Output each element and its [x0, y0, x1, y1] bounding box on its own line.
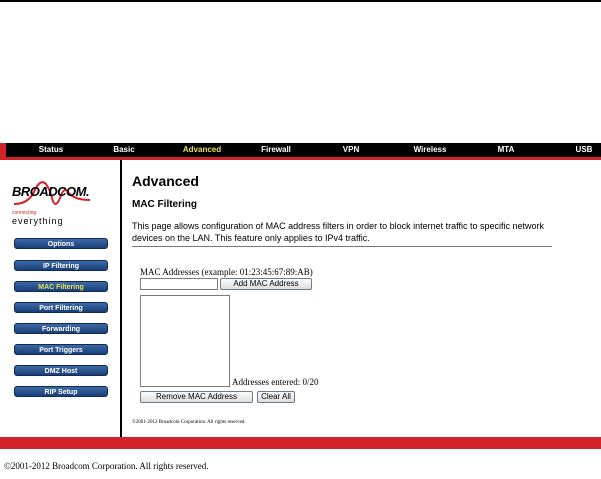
- section-title: MAC Filtering: [132, 199, 197, 210]
- remove-mac-address-button[interactable]: Remove MAC Address: [140, 391, 253, 403]
- sidebar-item-port-filtering[interactable]: Port Filtering: [14, 302, 108, 313]
- tab-wireless[interactable]: Wireless: [406, 143, 454, 157]
- sidebar-item-rip-setup[interactable]: RIP Setup: [14, 386, 108, 397]
- logo-tagline-large: everything: [12, 216, 64, 226]
- tab-vpn[interactable]: VPN: [336, 143, 366, 157]
- sidebar-item-options[interactable]: Options: [14, 238, 108, 249]
- sidebar-item-port-triggers[interactable]: Port Triggers: [14, 344, 108, 355]
- description-divider: [132, 246, 552, 247]
- sidebar-item-forwarding[interactable]: Forwarding: [14, 323, 108, 334]
- sidebar-item-ip-filtering[interactable]: IP Filtering: [14, 260, 108, 271]
- broadcom-logo-icon: BROADCOM. connecting everything: [12, 174, 102, 234]
- add-mac-address-button[interactable]: Add MAC Address: [220, 278, 312, 290]
- top-divider: [0, 0, 601, 2]
- page-description: This page allows configuration of MAC ad…: [132, 221, 545, 243]
- logo-brand-text: BROADCOM.: [12, 184, 90, 199]
- content-copyright: ©2001-2012 Broadcom Corporation. All rig…: [132, 420, 246, 425]
- mac-address-label: MAC Addresses (example: 01:23:45:67:89:A…: [140, 267, 313, 277]
- clear-all-button[interactable]: Clear All: [257, 391, 295, 403]
- tab-advanced[interactable]: Advanced: [176, 143, 228, 157]
- addresses-entered-count: Addresses entered: 0/20: [232, 377, 319, 387]
- sidebar-item-mac-filtering[interactable]: MAC Filtering: [14, 281, 108, 292]
- footer-copyright: ©2001-2012 Broadcom Corporation. All rig…: [4, 461, 209, 471]
- mac-address-list[interactable]: [140, 295, 230, 387]
- sidebar-item-dmz-host[interactable]: DMZ Host: [14, 365, 108, 376]
- tab-firewall[interactable]: Firewall: [254, 143, 298, 157]
- tab-usb[interactable]: USB: [571, 143, 597, 157]
- tab-status[interactable]: Status: [26, 143, 76, 157]
- sidebar: BROADCOM. connecting everything Options …: [0, 160, 122, 437]
- bottom-red-bar: [0, 437, 601, 449]
- top-nav: Status Basic Advanced Firewall VPN Wirel…: [0, 143, 601, 157]
- tab-basic[interactable]: Basic: [102, 143, 146, 157]
- tab-mta[interactable]: MTA: [491, 143, 521, 157]
- mac-address-input[interactable]: [140, 278, 218, 290]
- page-title: Advanced: [132, 173, 199, 189]
